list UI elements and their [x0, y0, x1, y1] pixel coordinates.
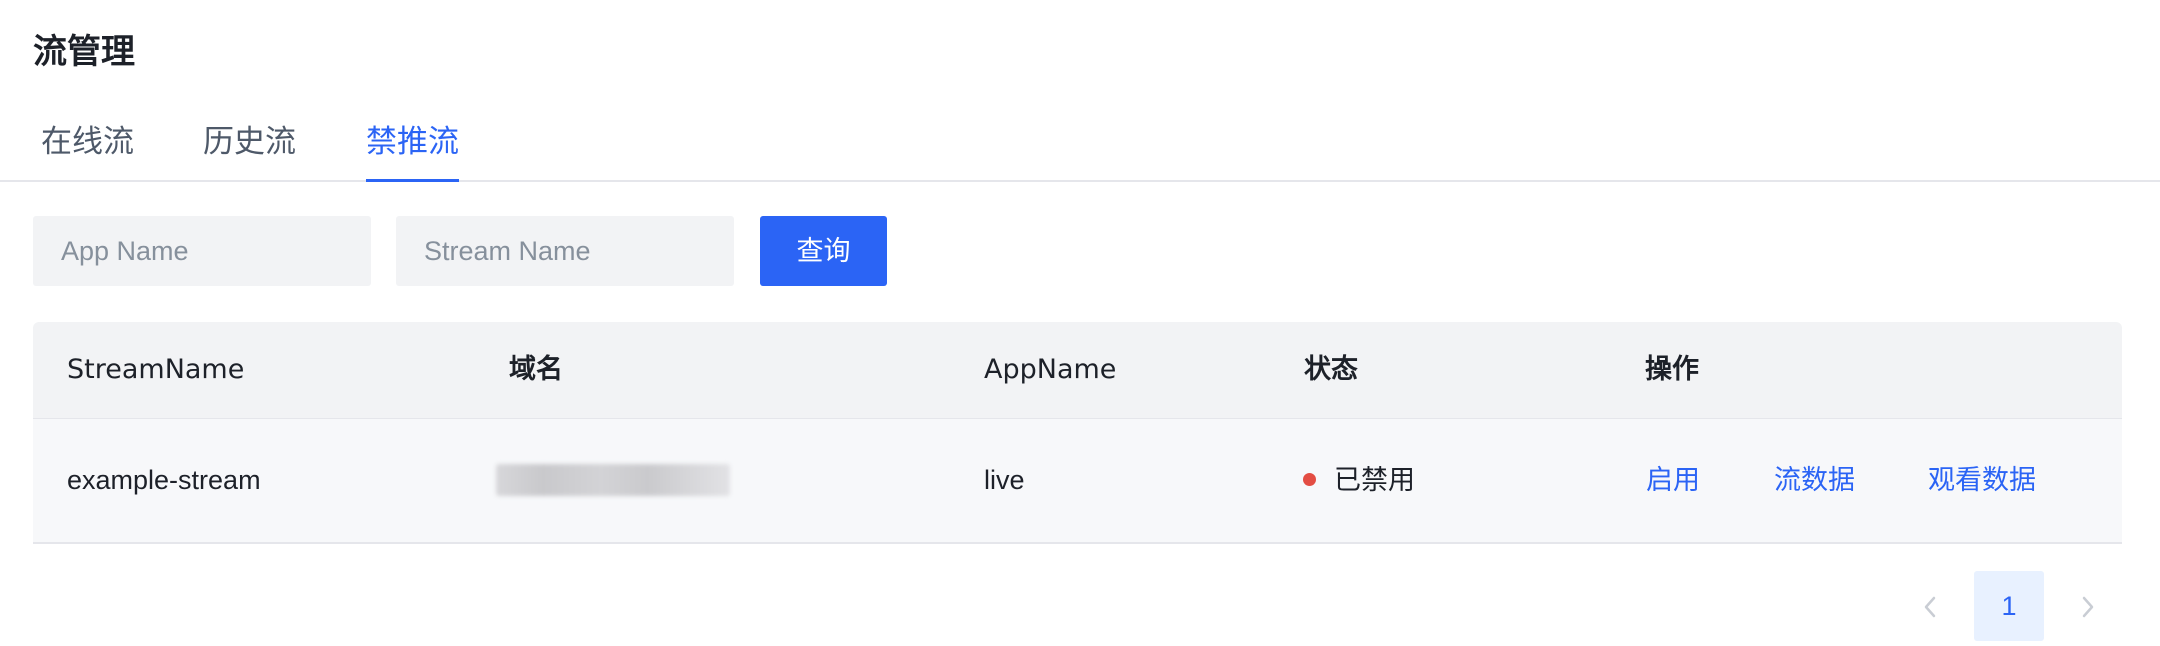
chevron-left-icon[interactable]: [1904, 571, 1956, 641]
page-title: 流管理: [33, 32, 135, 72]
column-header-status: 状态: [1304, 354, 1358, 385]
stream-data-link[interactable]: 流数据: [1774, 419, 1855, 542]
status-cell: 已禁用: [1303, 419, 1415, 542]
app-name-cell: live: [984, 465, 1025, 495]
column-header-actions: 操作: [1645, 354, 1699, 385]
table-header: StreamName 域名 AppName 状态 操作: [33, 322, 2122, 419]
stream-name-input[interactable]: [396, 216, 734, 286]
chevron-right-icon[interactable]: [2062, 571, 2114, 641]
app-name-input[interactable]: [33, 216, 371, 286]
viewer-data-link[interactable]: 观看数据: [1928, 419, 2036, 542]
query-button[interactable]: 查询: [760, 216, 887, 286]
tab-banned-streams[interactable]: 禁推流: [366, 112, 459, 182]
tab-history-streams[interactable]: 历史流: [203, 112, 296, 180]
enable-link[interactable]: 启用: [1646, 419, 1700, 542]
search-bar: 查询: [0, 216, 2160, 288]
tab-online-streams[interactable]: 在线流: [41, 112, 134, 180]
column-header-domain: 域名: [509, 354, 563, 385]
domain-cell-redacted: [496, 464, 730, 496]
status-dot-icon: [1303, 473, 1316, 486]
column-header-app-name: AppName: [984, 354, 1117, 385]
stream-management-page: 流管理 在线流 历史流 禁推流 查询 StreamName 域名 AppName…: [0, 0, 2160, 646]
column-header-stream-name: StreamName: [67, 354, 245, 385]
page-number-current[interactable]: 1: [1974, 571, 2044, 641]
table-row: example-stream live 已禁用 启用 流数据 观看数据: [33, 419, 2122, 544]
status-text: 已禁用: [1334, 465, 1415, 496]
pagination: 1: [0, 571, 2160, 641]
banned-streams-table: StreamName 域名 AppName 状态 操作 example-stre…: [33, 322, 2122, 544]
stream-name-cell: example-stream: [67, 465, 261, 495]
tab-bar: 在线流 历史流 禁推流: [0, 112, 2160, 182]
